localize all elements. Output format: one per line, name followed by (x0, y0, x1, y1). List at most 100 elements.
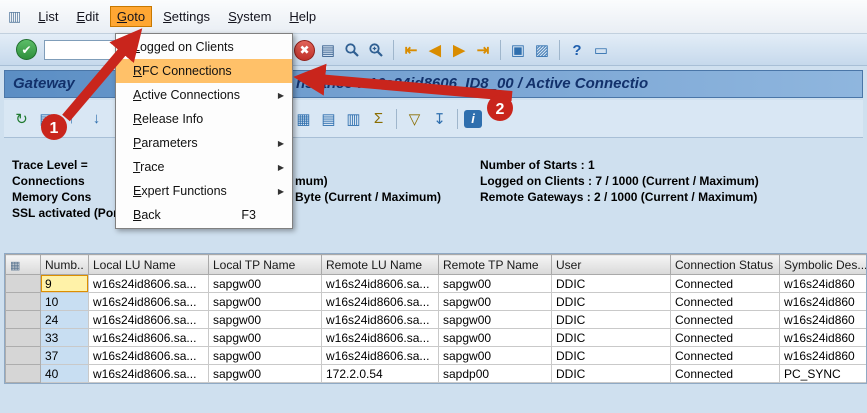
views-icon[interactable]: ▦ (292, 107, 315, 130)
cell-symbolic[interactable]: w16s24id860 (780, 311, 867, 329)
help-icon[interactable]: ? (566, 39, 588, 61)
cell-local-lu[interactable]: w16s24id8606.sa... (89, 365, 209, 383)
sort-descending-icon[interactable]: ↓ (85, 107, 108, 130)
first-page-icon[interactable]: ⇤ (400, 39, 422, 61)
cell-symbolic[interactable]: w16s24id860 (780, 275, 867, 293)
col-header-local-lu-name[interactable]: Local LU Name (89, 255, 209, 275)
cell-status[interactable]: Connected (671, 347, 780, 365)
cell-number[interactable]: 40 (41, 365, 89, 383)
col-header-connection-status[interactable]: Connection Status (671, 255, 780, 275)
cell-status[interactable]: Connected (671, 311, 780, 329)
new-session-icon[interactable]: ▣ (507, 39, 529, 61)
cell-symbolic[interactable]: w16s24id860 (780, 293, 867, 311)
cell-user[interactable]: DDIC (552, 365, 671, 383)
cell-status[interactable]: Connected (671, 365, 780, 383)
find-next-icon[interactable] (365, 39, 387, 61)
cell-symbolic[interactable]: PC_SYNC (780, 365, 867, 383)
cell-remote-tp[interactable]: sapgw00 (439, 329, 552, 347)
cell-number[interactable]: 10 (41, 293, 89, 311)
cell-number[interactable]: 9 (41, 275, 89, 293)
cell-remote-lu[interactable]: 172.2.0.54 (322, 365, 439, 383)
menu-item-rfc-connections[interactable]: RFC Connections (116, 59, 292, 83)
cell-number[interactable]: 24 (41, 311, 89, 329)
print-icon[interactable]: ▤ (317, 39, 339, 61)
info-icon[interactable]: i (464, 110, 482, 128)
cell-local-tp[interactable]: sapgw00 (209, 311, 322, 329)
cell-local-tp[interactable]: sapgw00 (209, 329, 322, 347)
cell-remote-tp[interactable]: sapgw00 (439, 275, 552, 293)
cell-remote-tp[interactable]: sapgw00 (439, 347, 552, 365)
page-down-icon[interactable]: ▶ (448, 39, 470, 61)
row-selector[interactable] (6, 347, 41, 365)
refresh-icon[interactable]: ↻ (10, 107, 33, 130)
cell-number[interactable]: 37 (41, 347, 89, 365)
menubar-item-edit[interactable]: Edit (69, 6, 105, 27)
col-header-local-tp-name[interactable]: Local TP Name (209, 255, 322, 275)
menu-item-release-info[interactable]: Release Info (116, 107, 292, 131)
cell-local-tp[interactable]: sapgw00 (209, 293, 322, 311)
cell-number[interactable]: 33 (41, 329, 89, 347)
cell-status[interactable]: Connected (671, 329, 780, 347)
cell-user[interactable]: DDIC (552, 329, 671, 347)
last-page-icon[interactable]: ⇥ (472, 39, 494, 61)
row-selector[interactable] (6, 311, 41, 329)
menu-item-back[interactable]: Back F3 (116, 203, 292, 227)
col-header-user[interactable]: User (552, 255, 671, 275)
menu-item-trace[interactable]: Trace ▶ (116, 155, 292, 179)
menubar-item-list[interactable]: List (31, 6, 65, 27)
cell-remote-lu[interactable]: w16s24id8606.sa... (322, 293, 439, 311)
sort-ascending-icon[interactable]: ↑ (60, 107, 83, 130)
print-list-icon[interactable]: ▤ (35, 107, 58, 130)
cell-local-tp[interactable]: sapgw00 (209, 347, 322, 365)
cell-remote-lu[interactable]: w16s24id8606.sa... (322, 347, 439, 365)
row-selector[interactable] (6, 293, 41, 311)
menubar-item-system[interactable]: System (221, 6, 278, 27)
cell-remote-tp[interactable]: sapgw00 (439, 311, 552, 329)
select-all-header[interactable]: ▦ (6, 255, 41, 275)
cell-remote-lu[interactable]: w16s24id8606.sa... (322, 275, 439, 293)
column-icon[interactable]: ▥ (342, 107, 365, 130)
enter-icon[interactable]: ✔ (16, 39, 37, 60)
cell-user[interactable]: DDIC (552, 347, 671, 365)
col-header-symbolic-dest[interactable]: Symbolic Des... (780, 255, 867, 275)
row-selector[interactable] (6, 275, 41, 293)
cell-user[interactable]: DDIC (552, 293, 671, 311)
cell-local-tp[interactable]: sapgw00 (209, 275, 322, 293)
cell-remote-tp[interactable]: sapgw00 (439, 293, 552, 311)
find-icon[interactable] (341, 39, 363, 61)
cell-symbolic[interactable]: w16s24id860 (780, 347, 867, 365)
export-icon[interactable]: ↧ (428, 107, 451, 130)
menu-item-active-connections[interactable]: Active Connections ▶ (116, 83, 292, 107)
create-shortcut-icon[interactable]: ▨ (531, 39, 553, 61)
page-up-icon[interactable]: ◀ (424, 39, 446, 61)
menubar-item-settings[interactable]: Settings (156, 6, 217, 27)
system-menu-icon[interactable]: ▥ (8, 8, 21, 25)
cell-local-lu[interactable]: w16s24id8606.sa... (89, 347, 209, 365)
cell-remote-lu[interactable]: w16s24id8606.sa... (322, 311, 439, 329)
cell-remote-lu[interactable]: w16s24id8606.sa... (322, 329, 439, 347)
layout-menu-icon[interactable]: ▭ (590, 39, 612, 61)
cell-remote-tp[interactable]: sapdp00 (439, 365, 552, 383)
cell-user[interactable]: DDIC (552, 311, 671, 329)
total-icon[interactable]: Σ (367, 107, 390, 130)
menu-item-expert-functions[interactable]: Expert Functions ▶ (116, 179, 292, 203)
col-header-remote-tp-name[interactable]: Remote TP Name (439, 255, 552, 275)
cell-status[interactable]: Connected (671, 293, 780, 311)
cancel-icon[interactable]: ✖ (294, 40, 315, 61)
cell-local-lu[interactable]: w16s24id8606.sa... (89, 293, 209, 311)
cell-status[interactable]: Connected (671, 275, 780, 293)
cell-local-lu[interactable]: w16s24id8606.sa... (89, 311, 209, 329)
menubar-item-help[interactable]: Help (282, 6, 323, 27)
cell-user[interactable]: DDIC (552, 275, 671, 293)
menu-item-parameters[interactable]: Parameters ▶ (116, 131, 292, 155)
cell-local-lu[interactable]: w16s24id8606.sa... (89, 275, 209, 293)
col-header-number[interactable]: Numb.. (41, 255, 89, 275)
cell-local-lu[interactable]: w16s24id8606.sa... (89, 329, 209, 347)
menu-item-logged-on-clients[interactable]: Logged on Clients (116, 35, 292, 59)
col-header-remote-lu-name[interactable]: Remote LU Name (322, 255, 439, 275)
row-selector[interactable] (6, 365, 41, 383)
cell-local-tp[interactable]: sapgw00 (209, 365, 322, 383)
detail-icon[interactable]: ▤ (317, 107, 340, 130)
menubar-item-goto[interactable]: Goto (110, 6, 152, 27)
cell-symbolic[interactable]: w16s24id860 (780, 329, 867, 347)
